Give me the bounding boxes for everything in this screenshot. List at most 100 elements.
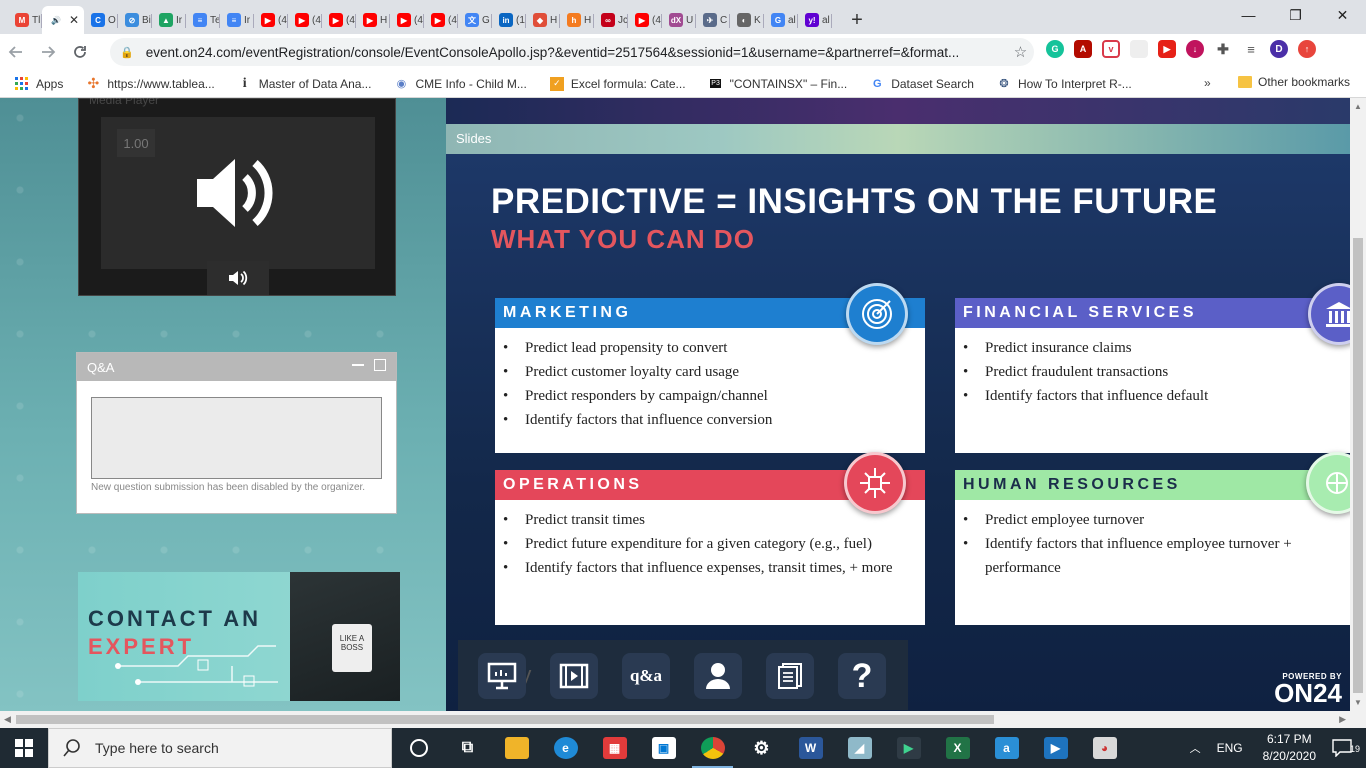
browser-tab[interactable]: dX U <box>662 6 696 34</box>
horizontal-scrollbar[interactable]: ◀ ▶ <box>0 711 1366 728</box>
scroll-up-arrow-icon[interactable]: ▲ <box>1354 102 1362 111</box>
video-extension-icon[interactable]: ▶ <box>1158 40 1176 58</box>
edge-button[interactable]: e <box>541 728 590 768</box>
notification-center-button[interactable]: 19 <box>1330 737 1360 759</box>
browser-tab[interactable]: ▶ H <box>356 6 390 34</box>
bookmark-star-icon[interactable]: ☆ <box>1014 43 1027 61</box>
taskbar-search[interactable]: Type here to search <box>48 728 392 768</box>
terminal-app-button[interactable]: ▶ <box>884 728 933 768</box>
gift-app-button[interactable]: ▦ <box>590 728 639 768</box>
acrobat-icon[interactable]: A <box>1074 40 1092 58</box>
pocket-icon[interactable]: v <box>1102 40 1120 58</box>
cortana-button[interactable] <box>394 728 443 768</box>
speaker-bio-button[interactable] <box>694 653 742 699</box>
bookmark-item[interactable]: ❂ How To Interpret R-... <box>996 76 1132 92</box>
tab-close-icon[interactable]: ✕ <box>69 13 79 27</box>
bookmark-item[interactable]: G Dataset Search <box>869 76 974 92</box>
browser-tab[interactable]: ▶ (4 <box>254 6 288 34</box>
qa-button[interactable]: q&a <box>622 653 670 699</box>
scroll-down-arrow-icon[interactable]: ▼ <box>1354 698 1362 707</box>
qa-minimize-icon[interactable] <box>352 359 364 366</box>
maximize-button[interactable]: ❐ <box>1272 0 1319 30</box>
minimize-button[interactable]: — <box>1225 0 1272 30</box>
question-input[interactable] <box>91 397 382 479</box>
new-tab-button[interactable]: + <box>842 6 872 34</box>
browser-tab[interactable]: ◐ K <box>730 6 764 34</box>
puzzle-extensions-icon[interactable]: ✚ <box>1214 40 1232 58</box>
bookmark-item[interactable]: ◉ CME Info - Child M... <box>393 76 527 92</box>
playback-speed[interactable]: 1.00 <box>117 129 155 157</box>
grammarly-icon[interactable]: G <box>1046 40 1064 58</box>
browser-tab[interactable]: ▶ (4 <box>322 6 356 34</box>
browser-tab[interactable]: in (1 <box>492 6 526 34</box>
clock[interactable]: 6:17 PM 8/20/2020 <box>1263 731 1316 765</box>
bookmark-item[interactable]: i Master of Data Ana... <box>237 76 372 92</box>
vertical-scroll-thumb[interactable] <box>1353 238 1363 693</box>
reload-button[interactable] <box>64 36 96 68</box>
browser-tab[interactable]: ▶ (4 <box>424 6 458 34</box>
bookmarks-overflow-button[interactable]: » <box>1204 76 1211 90</box>
browser-tab[interactable]: ▶ (4 <box>288 6 322 34</box>
contact-expert-banner[interactable]: CONTACT AN EXPERT LIKE A BOSS <box>78 572 400 701</box>
browser-tab[interactable]: ≡ Te <box>186 6 220 34</box>
browser-tab[interactable]: CO <box>84 6 118 34</box>
horizontal-scroll-thumb[interactable] <box>16 715 994 724</box>
word-button[interactable]: W <box>786 728 835 768</box>
browser-tab[interactable]: ◆ H <box>526 6 560 34</box>
vertical-scrollbar[interactable]: ▲ ▼ <box>1350 98 1366 711</box>
notes-app-button[interactable]: ◢ <box>835 728 884 768</box>
browser-tab[interactable]: ≡ Ir <box>220 6 254 34</box>
forward-button[interactable] <box>32 36 64 68</box>
scroll-right-arrow-icon[interactable]: ▶ <box>1339 714 1346 725</box>
browser-tab[interactable]: M Tl <box>8 6 42 34</box>
other-bookmarks[interactable]: Other bookmarks <box>1238 75 1350 89</box>
file-explorer-button[interactable] <box>492 728 541 768</box>
browser-tab[interactable]: Gal <box>764 6 798 34</box>
media-queue-icon[interactable]: ≡ <box>1242 40 1260 58</box>
browser-tab[interactable]: ⊘ Bi <box>118 6 152 34</box>
settings-button[interactable]: ⚙ <box>737 728 786 768</box>
excel-button[interactable]: X <box>933 728 982 768</box>
close-window-button[interactable]: ✕ <box>1319 0 1366 30</box>
bookmark-item[interactable]: P3 "CONTAINSX" – Fin... <box>708 76 847 92</box>
tab-favicon-icon: ⊘ <box>125 13 139 27</box>
bookmark-label: Apps <box>36 76 64 91</box>
bookmark-label: How To Interpret R-... <box>1017 76 1132 91</box>
back-button[interactable] <box>0 36 32 68</box>
address-bar[interactable]: 🔒 event.on24.com/eventRegistration/conso… <box>110 38 1034 66</box>
browser-tab[interactable]: ▶ (4 <box>390 6 424 34</box>
browser-tab[interactable]: ∞ Jc <box>594 6 628 34</box>
browser-tab[interactable]: ▲ Ir <box>152 6 186 34</box>
scroll-left-arrow-icon[interactable]: ◀ <box>4 714 11 725</box>
volume-button[interactable] <box>207 261 269 295</box>
qa-maximize-icon[interactable] <box>374 359 386 371</box>
video-app-button[interactable]: ▶ <box>1031 728 1080 768</box>
browser-tab[interactable]: hH <box>560 6 594 34</box>
language-indicator[interactable]: ENG <box>1217 741 1243 755</box>
start-button[interactable] <box>0 728 48 768</box>
chrome-button[interactable] <box>688 728 737 768</box>
bookmark-item[interactable]: ✣ https://www.tablea... <box>85 75 214 92</box>
help-button[interactable]: ? <box>838 653 886 699</box>
resources-button[interactable] <box>766 653 814 699</box>
card-bullet-item: Predict responders by campaign/channel <box>495 384 925 408</box>
slides-button[interactable] <box>478 653 526 699</box>
profile-avatar[interactable]: D <box>1270 40 1288 58</box>
update-indicator-icon[interactable]: ↑ <box>1298 40 1316 58</box>
tab-favicon-icon: ✈ <box>703 13 717 27</box>
browser-tab[interactable]: y! al <box>798 6 832 34</box>
task-view-button[interactable]: ⧉ <box>443 728 492 768</box>
blank-extension-icon[interactable] <box>1130 40 1148 58</box>
store-button[interactable]: ▣ <box>639 728 688 768</box>
browser-tab[interactable]: ▶ (4 <box>628 6 662 34</box>
amazon-button[interactable]: a <box>982 728 1031 768</box>
bookmark-item[interactable]: Apps <box>14 76 63 92</box>
tray-chevron-icon[interactable]: ︿ <box>1190 740 1201 756</box>
browser-tab[interactable]: 🔊 ✕ <box>42 6 84 34</box>
paint-button[interactable]: ◕ <box>1080 728 1129 768</box>
download-extension-icon[interactable]: ↓ <box>1186 40 1204 58</box>
media-player-button[interactable] <box>550 653 598 699</box>
bookmark-item[interactable]: ✓ Excel formula: Cate... <box>549 76 686 92</box>
browser-tab[interactable]: 文G <box>458 6 492 34</box>
browser-tab[interactable]: ✈ C <box>696 6 730 34</box>
